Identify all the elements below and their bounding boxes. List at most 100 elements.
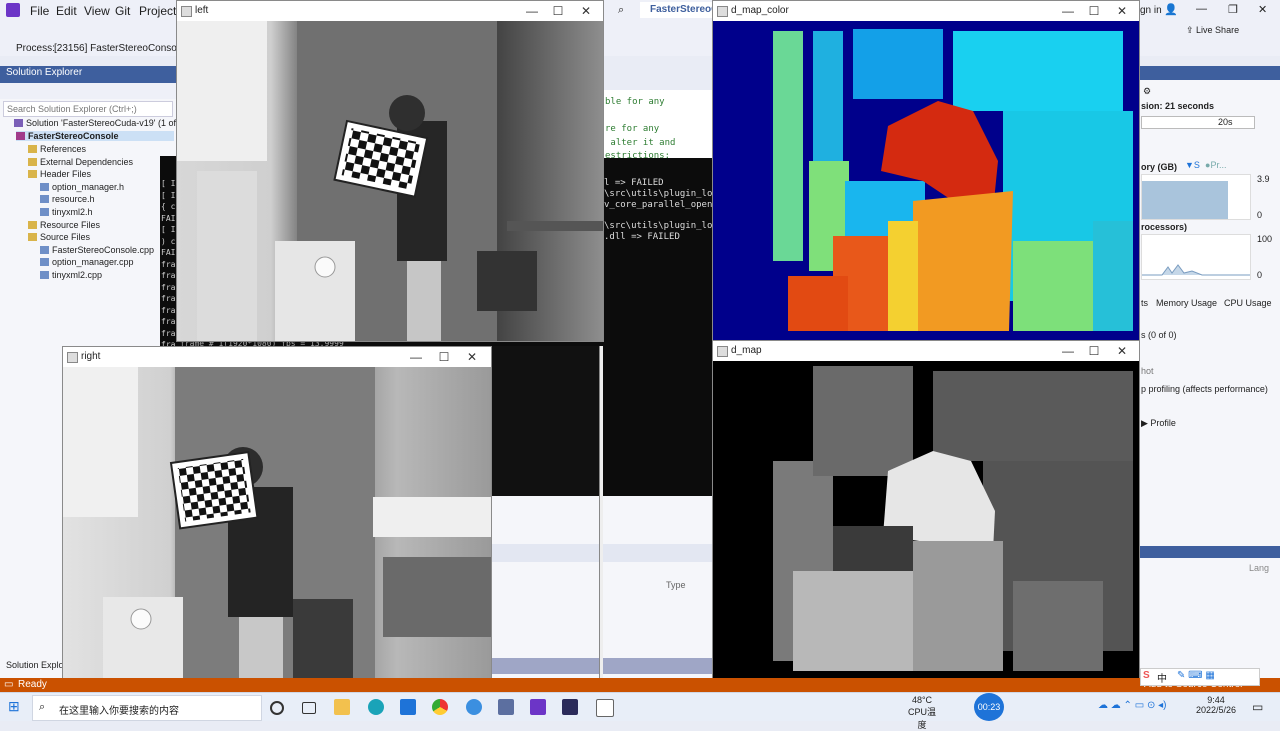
lang-column[interactable]: Lang [1249,563,1269,573]
cpu-graph [1141,234,1251,280]
tree-item[interactable]: option_manager.cpp [40,257,134,267]
tree-solution[interactable]: Solution 'FasterStereoCuda-v19' (1 of [14,118,176,128]
window-restore-icon[interactable]: ❐ [1228,3,1238,16]
window-right-title: right [81,351,101,362]
minimize-button[interactable]: — [403,349,429,365]
window-close-icon[interactable]: ✕ [1258,3,1267,16]
cpu-max: 100 [1257,234,1273,244]
account-icon[interactable]: 👤 [1164,3,1178,16]
window-d-map[interactable]: d_map — ☐ ✕ [712,340,1140,682]
snapshot-label[interactable]: hot [1141,366,1154,376]
timeline-ruler[interactable]: 20s [1141,116,1255,129]
heap-profiling-option[interactable]: p profiling (affects performance) [1141,384,1268,394]
tree-item[interactable]: Header Files [28,169,91,179]
window-minimize-icon[interactable]: — [1196,3,1207,15]
start-icon[interactable]: ⊞ [8,699,22,713]
edge-icon[interactable] [368,699,384,715]
grayscale-depth-map [713,361,1139,681]
memory-graph [1141,174,1251,220]
solution-explorer-toolbar[interactable] [0,83,176,99]
window-left-titlebar[interactable]: left — ☐ ✕ [177,1,603,21]
memory-legend-pr: ●Pr... [1205,160,1227,170]
window-left[interactable]: left — ☐ ✕ [176,0,604,342]
window-right-titlebar[interactable]: right — ☐ ✕ [63,347,491,367]
window-right[interactable]: right — ☐ ✕ [62,346,492,686]
menu-view[interactable]: View [84,4,110,18]
minimize-button[interactable]: — [519,3,545,19]
tree-item[interactable]: tinyxml2.h [40,207,93,217]
search-icon[interactable]: ⌕ [618,4,632,17]
tree-item[interactable]: resource.h [40,194,95,204]
solution-explorer-title: Solution Explorer [0,66,176,83]
console-window[interactable]: l => FAILED \src\utils\plugin_loa v_core… [600,158,718,498]
type-column-header[interactable]: Type [666,580,686,590]
close-button[interactable]: ✕ [1109,343,1135,359]
minimize-button[interactable]: — [1055,343,1081,359]
window-d-map-title: d_map [731,345,762,356]
task-view-icon[interactable] [302,702,316,714]
maximize-button[interactable]: ☐ [545,3,571,19]
window-d-map-color-titlebar[interactable]: d_map_color — ☐ ✕ [713,1,1139,21]
window-left-title: left [195,5,209,16]
tree-item-label: option_manager.h [52,181,125,192]
maximize-button[interactable]: ☐ [1081,3,1107,19]
vs-tab-title[interactable]: FasterStereoCu [640,2,722,18]
opencv-window-icon[interactable] [596,699,614,717]
menu-edit[interactable]: Edit [56,4,77,18]
tree-item[interactable]: External Dependencies [28,157,133,167]
tree-item[interactable]: option_manager.h [40,182,124,192]
maximize-button[interactable]: ☐ [1081,343,1107,359]
ime-toolbar[interactable]: S 中 ✎ ⌨ ▦ [1140,668,1260,686]
project-icon [16,132,25,140]
app-icon-tool[interactable] [498,699,514,715]
tray-icons[interactable]: ☁ ☁ ⌃ ▭ ⊙ ◂) [1098,700,1166,711]
mail-icon[interactable] [400,699,416,715]
menu-git[interactable]: Git [115,4,130,18]
clock[interactable]: 9:44 2022/5/26 [1196,695,1236,715]
cortana-icon[interactable] [270,701,284,715]
tree-project[interactable]: FasterStereoConsole [16,131,174,141]
tree-item[interactable]: Source Files [28,232,90,242]
taskbar-search[interactable]: ⌕ 在这里输入你要搜索的内容 [32,695,262,721]
close-button[interactable]: ✕ [1109,3,1135,19]
maximize-button[interactable]: ☐ [431,349,457,365]
app-icon-blue[interactable] [466,699,482,715]
sign-in-link[interactable]: gn in [1140,5,1162,16]
minimize-button[interactable]: — [1055,3,1081,19]
file-explorer-icon[interactable] [334,699,350,715]
ime-tools-icon[interactable]: ✎ ⌨ ▦ [1177,670,1215,681]
ime-mode[interactable]: 中 [1157,670,1167,685]
vs-logo-icon[interactable] [6,3,20,17]
chrome-icon[interactable] [432,699,448,715]
tab-memory-usage[interactable]: Memory Usage [1156,298,1217,308]
tab-events[interactable]: ts [1141,298,1148,308]
close-button[interactable]: ✕ [459,349,485,365]
folder-icon [28,157,37,166]
tree-item[interactable]: Resource Files [28,220,100,230]
tree-item-label: Resource Files [40,219,101,230]
window-d-map-color[interactable]: d_map_color — ☐ ✕ [712,0,1140,342]
diag-toolbar-icon[interactable]: ⚙ [1143,86,1151,97]
code-editor[interactable]: ble for any re for any alter it and estr… [600,90,713,161]
solution-explorer-tab[interactable]: Solution Explo [6,660,64,670]
tree-item[interactable]: FasterStereoConsole.cpp [40,245,154,255]
profile-button[interactable]: ▶ Profile [1141,418,1176,429]
notification-icon[interactable]: ▭ [1252,700,1263,714]
process-label: Process: [16,43,55,54]
console-app-icon[interactable] [562,699,578,715]
left-scene-svg [177,21,603,341]
live-share-button[interactable]: ⇪ Live Share [1186,25,1239,36]
menu-file[interactable]: File [30,4,49,18]
memory-min: 0 [1257,210,1263,220]
window-d-map-titlebar[interactable]: d_map — ☐ ✕ [713,341,1139,361]
timer-badge[interactable]: 00:23 [974,693,1004,721]
tree-item[interactable]: References [28,144,86,154]
close-button[interactable]: ✕ [573,3,599,19]
tab-cpu-usage[interactable]: CPU Usage [1224,298,1272,308]
menu-project[interactable]: Project [139,4,176,18]
solution-search-input[interactable]: Search Solution Explorer (Ctrl+;) [3,101,173,117]
visual-studio-icon[interactable] [530,699,546,715]
tree-item-label: tinyxml2.h [52,207,93,217]
tree-item[interactable]: tinyxml2.cpp [40,270,102,280]
file-icon [40,245,49,254]
